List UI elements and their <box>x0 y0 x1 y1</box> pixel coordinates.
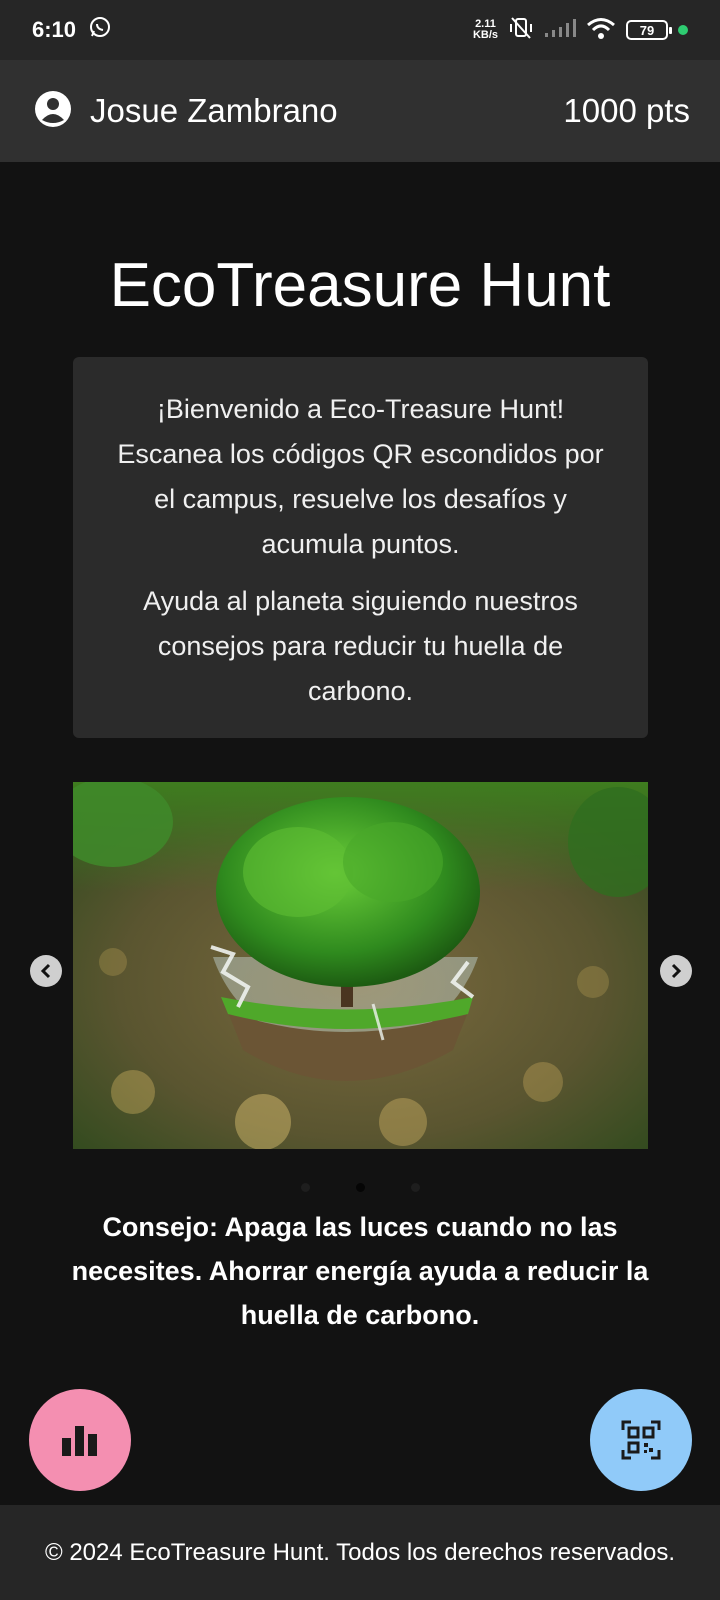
bar-chart-icon <box>62 1426 97 1456</box>
carousel-tip-text: Consejo: Apaga las luces cuando no las n… <box>71 1212 649 1330</box>
signal-icon <box>544 18 576 43</box>
eco-advice-text: Ayuda al planeta siguiendo nuestros cons… <box>143 586 578 706</box>
copyright-text: © 2024 EcoTreasure Hunt. Todos los derec… <box>44 1538 676 1566</box>
vibrate-off-icon <box>508 16 534 45</box>
page-title: EcoTreasure Hunt <box>109 251 611 320</box>
chevron-left-icon <box>40 963 51 979</box>
carousel-slide-image <box>73 782 648 1149</box>
account-circle-icon <box>34 90 72 133</box>
status-right: 2.11 KB/s 79 <box>473 16 688 45</box>
scan-qr-button[interactable] <box>590 1389 692 1491</box>
carousel-dot[interactable] <box>300 1183 310 1192</box>
user-name: Josue Zambrano <box>90 92 338 129</box>
carousel-prev-button[interactable] <box>30 955 62 987</box>
user-profile[interactable]: Josue Zambrano <box>34 90 338 133</box>
qr-scan-icon <box>621 1420 661 1460</box>
wifi-icon <box>586 17 616 44</box>
footer: © 2024 EcoTreasure Hunt. Todos los derec… <box>0 1505 720 1600</box>
battery-icon: 79 <box>626 20 672 40</box>
status-left: 6:10 <box>32 15 112 45</box>
welcome-text: ¡Bienvenido a Eco-Treasure Hunt! Escanea… <box>117 394 604 559</box>
whatsapp-icon <box>88 15 112 45</box>
carousel-next-button[interactable] <box>660 955 692 987</box>
status-bar: 6:10 2.11 KB/s 79 <box>0 0 720 60</box>
carousel-indicators <box>0 1183 720 1192</box>
net-speed: 2.11 KB/s <box>472 18 498 41</box>
carousel-dot[interactable] <box>410 1183 420 1192</box>
welcome-card: ¡Bienvenido a Eco-Treasure Hunt! Escanea… <box>73 357 648 738</box>
chevron-right-icon <box>671 963 682 979</box>
points-counter: 1000 pts <box>563 92 690 129</box>
tips-carousel[interactable] <box>73 782 648 1149</box>
status-time: 6:10 <box>32 17 77 42</box>
app-header: Josue Zambrano 1000 pts <box>0 60 720 162</box>
leaderboard-button[interactable] <box>29 1389 131 1491</box>
privacy-indicator-dot <box>678 25 688 35</box>
carousel-dot-active[interactable] <box>355 1183 365 1192</box>
